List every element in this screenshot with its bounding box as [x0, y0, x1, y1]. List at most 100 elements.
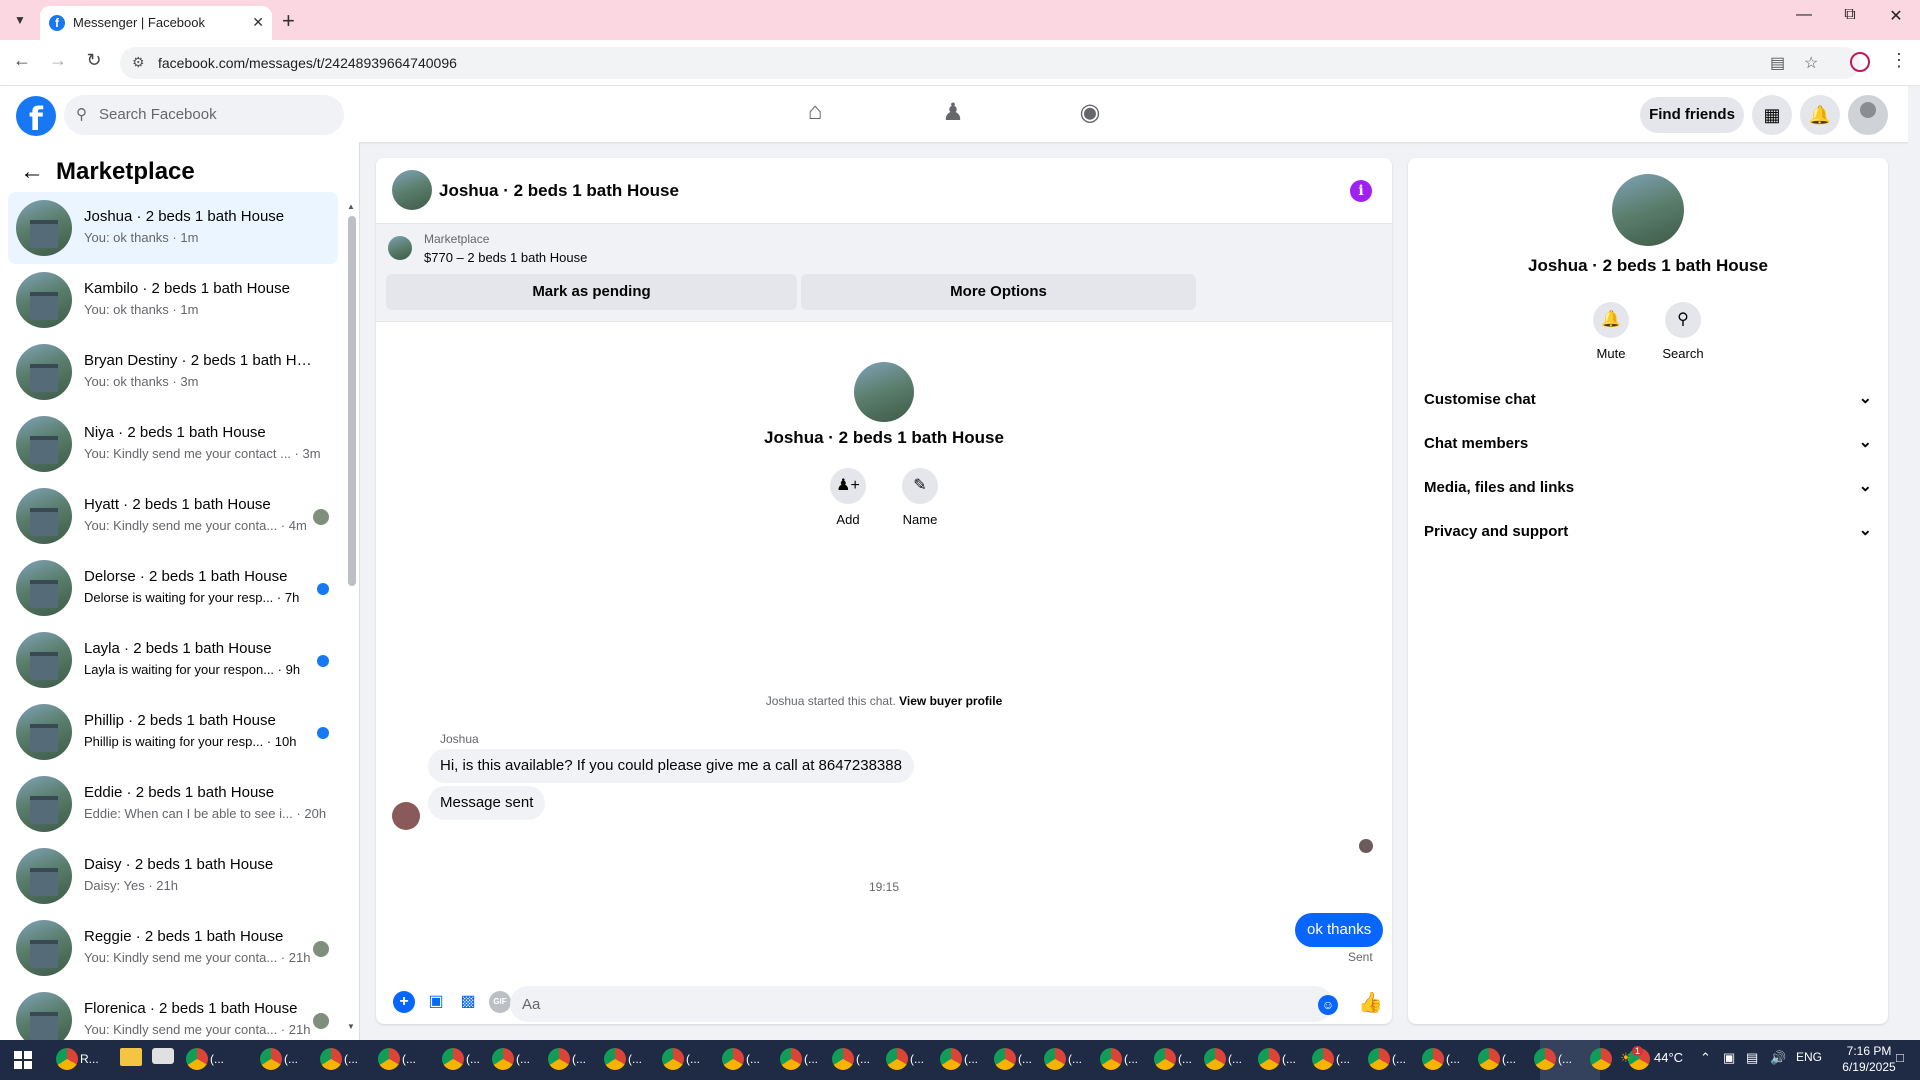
- conversation-item[interactable]: Niya · 2 beds 1 bath House You: Kindly se…: [8, 408, 338, 480]
- conversation-list-scrollbar[interactable]: ▲ ▼: [347, 202, 356, 1032]
- customise-chat-section[interactable]: Customise chat ⌄: [1424, 380, 1872, 420]
- taskbar-chrome-window[interactable]: (...: [260, 1048, 298, 1072]
- conversation-item[interactable]: Hyatt · 2 beds 1 bath House You: Kindly s…: [8, 480, 338, 552]
- taskbar-chrome-window[interactable]: (...: [1258, 1048, 1296, 1072]
- incoming-message[interactable]: Message sent: [428, 786, 546, 820]
- windows-start-icon[interactable]: [14, 1051, 32, 1069]
- media-files-links-section[interactable]: Media, files and links ⌄: [1424, 468, 1872, 508]
- conversation-item[interactable]: Daisy · 2 beds 1 bath House Daisy: Yes · …: [8, 840, 338, 912]
- browser-profile-icon[interactable]: [1850, 52, 1870, 72]
- browser-tab[interactable]: f Messenger | Facebook ✕: [40, 6, 272, 40]
- chat-members-section[interactable]: Chat members ⌄: [1424, 424, 1872, 464]
- taskbar-chrome-window[interactable]: (...: [1368, 1048, 1406, 1072]
- taskbar-chrome-window[interactable]: (...: [662, 1048, 700, 1072]
- account-avatar[interactable]: [1848, 95, 1888, 135]
- taskbar-chrome-window[interactable]: (...: [940, 1048, 978, 1072]
- taskbar-chrome-window[interactable]: R...: [56, 1048, 99, 1072]
- taskbar-chrome-window[interactable]: (...: [378, 1048, 416, 1072]
- conversation-item[interactable]: Delorse · 2 beds 1 bath House Delorse is …: [8, 552, 338, 624]
- back-icon[interactable]: ←: [9, 50, 35, 71]
- outgoing-message[interactable]: ok thanks: [1295, 913, 1384, 947]
- listing-price[interactable]: $770 – 2 beds 1 bath House: [424, 250, 587, 265]
- taskbar-chrome-window[interactable]: (...: [1422, 1048, 1460, 1072]
- notifications-bell-icon[interactable]: 🔔: [1800, 95, 1840, 135]
- taskbar-chrome-window[interactable]: (...: [320, 1048, 358, 1072]
- taskbar-chrome-window[interactable]: (...: [186, 1048, 224, 1072]
- notifications-icon[interactable]: □: [1896, 1050, 1904, 1065]
- more-options-button[interactable]: More Options: [801, 274, 1196, 310]
- taskbar-chrome-window[interactable]: (...: [604, 1048, 642, 1072]
- emoji-icon[interactable]: ☺: [1318, 995, 1338, 1015]
- facebook-logo[interactable]: f: [16, 96, 56, 138]
- weather-icon[interactable]: ☀: [1620, 1050, 1632, 1066]
- menu-grid-icon[interactable]: ▦: [1752, 95, 1792, 135]
- taskbar-chrome-window[interactable]: (...: [1100, 1048, 1138, 1072]
- install-app-icon[interactable]: ▤: [1770, 53, 1785, 73]
- facebook-search-box[interactable]: ⚲ Search Facebook: [64, 95, 344, 135]
- taskbar-chrome-window[interactable]: (...: [1044, 1048, 1082, 1072]
- find-friends-button[interactable]: Find friends: [1640, 97, 1744, 133]
- reload-icon[interactable]: ↻: [81, 50, 107, 71]
- plus-icon[interactable]: +: [393, 991, 415, 1013]
- temperature[interactable]: 44°C: [1654, 1050, 1683, 1065]
- scroll-up-icon[interactable]: ▲: [347, 202, 355, 211]
- conversation-item[interactable]: Kambilo · 2 beds 1 bath House You: ok tha…: [8, 264, 338, 336]
- taskbar-chrome-window[interactable]: (...: [1534, 1048, 1572, 1072]
- taskbar-chrome-window[interactable]: (...: [492, 1048, 530, 1072]
- taskbar-chrome-window[interactable]: (...: [442, 1048, 480, 1072]
- clock[interactable]: 7:16 PM 6/19/2025: [1834, 1043, 1904, 1075]
- search-in-chat-button[interactable]: ⚲ Search: [1653, 302, 1713, 361]
- sticker-icon[interactable]: ▩: [457, 991, 479, 1013]
- taskbar-chrome-window[interactable]: (...: [832, 1048, 870, 1072]
- site-info-icon[interactable]: ⚙: [132, 54, 145, 71]
- taskbar-chrome-window[interactable]: (...: [1312, 1048, 1350, 1072]
- close-tab-icon[interactable]: ✕: [252, 14, 264, 31]
- name-chat-button[interactable]: ✎ Name: [890, 468, 950, 527]
- network-icon[interactable]: ▤: [1746, 1050, 1758, 1066]
- new-tab-button[interactable]: +: [282, 8, 295, 34]
- taskbar-chrome-window[interactable]: (...: [722, 1048, 760, 1072]
- taskbar-chrome-window[interactable]: (...: [886, 1048, 924, 1072]
- tab-search-chevron-icon[interactable]: ▼: [8, 10, 32, 30]
- language-indicator[interactable]: ENG: [1796, 1050, 1822, 1064]
- back-arrow-icon[interactable]: ←: [20, 158, 44, 186]
- privacy-support-section[interactable]: Privacy and support ⌄: [1424, 512, 1872, 552]
- conversation-item[interactable]: Phillip · 2 beds 1 bath House Phillip is …: [8, 696, 338, 768]
- message-input[interactable]: [510, 986, 1333, 1022]
- conversation-item[interactable]: Joshua · 2 beds 1 bath House You: ok than…: [8, 192, 338, 264]
- volume-icon[interactable]: 🔊: [1770, 1050, 1786, 1066]
- gif-icon[interactable]: GIF: [489, 991, 511, 1013]
- taskbar-chrome-window[interactable]: (...: [994, 1048, 1032, 1072]
- minimize-icon[interactable]: —: [1784, 6, 1824, 24]
- view-buyer-profile-link[interactable]: View buyer profile: [899, 694, 1002, 708]
- conversation-item[interactable]: Eddie · 2 beds 1 bath House Eddie: When c…: [8, 768, 338, 840]
- url-text[interactable]: facebook.com/messages/t/2424893966474009…: [158, 55, 457, 71]
- sender-avatar[interactable]: [392, 802, 420, 830]
- incoming-message[interactable]: Hi, is this available? If you could plea…: [428, 749, 914, 783]
- restore-icon[interactable]: ⧉: [1830, 6, 1870, 24]
- omnibox[interactable]: ⚙ facebook.com/messages/t/24248939664740…: [120, 47, 1860, 79]
- taskbar-chrome-window[interactable]: (...: [1478, 1048, 1516, 1072]
- show-hidden-icons-chevron-icon[interactable]: ⌃: [1700, 1050, 1711, 1066]
- browser-menu-icon[interactable]: ⋮: [1890, 50, 1908, 71]
- snipping-tool-icon[interactable]: [152, 1048, 174, 1072]
- taskbar-chrome-window[interactable]: (...: [1154, 1048, 1192, 1072]
- scroll-down-icon[interactable]: ▼: [347, 1022, 355, 1031]
- conversation-item[interactable]: Bryan Destiny · 2 beds 1 bath Ho... You: …: [8, 336, 338, 408]
- thumbs-up-icon[interactable]: 👍: [1358, 990, 1383, 1015]
- page-scrollbar[interactable]: [1908, 86, 1920, 1040]
- bookmark-star-icon[interactable]: ☆: [1804, 53, 1818, 73]
- mute-button[interactable]: 🔔 Mute: [1581, 302, 1641, 361]
- info-icon[interactable]: i: [1350, 180, 1372, 202]
- chat-avatar[interactable]: [392, 170, 432, 210]
- mark-as-pending-button[interactable]: Mark as pending: [386, 274, 797, 310]
- conversation-item[interactable]: Layla · 2 beds 1 bath House Layla is wait…: [8, 624, 338, 696]
- friends-icon[interactable]: ♟: [936, 98, 970, 130]
- close-window-icon[interactable]: ✕: [1876, 6, 1916, 26]
- scrollbar-thumb[interactable]: [348, 216, 356, 586]
- taskbar-chrome-window[interactable]: (...: [1204, 1048, 1242, 1072]
- taskbar-chrome-window[interactable]: (...: [548, 1048, 586, 1072]
- home-icon[interactable]: ⌂: [798, 98, 832, 130]
- details-avatar[interactable]: [1612, 174, 1684, 246]
- forward-icon[interactable]: →: [45, 50, 71, 71]
